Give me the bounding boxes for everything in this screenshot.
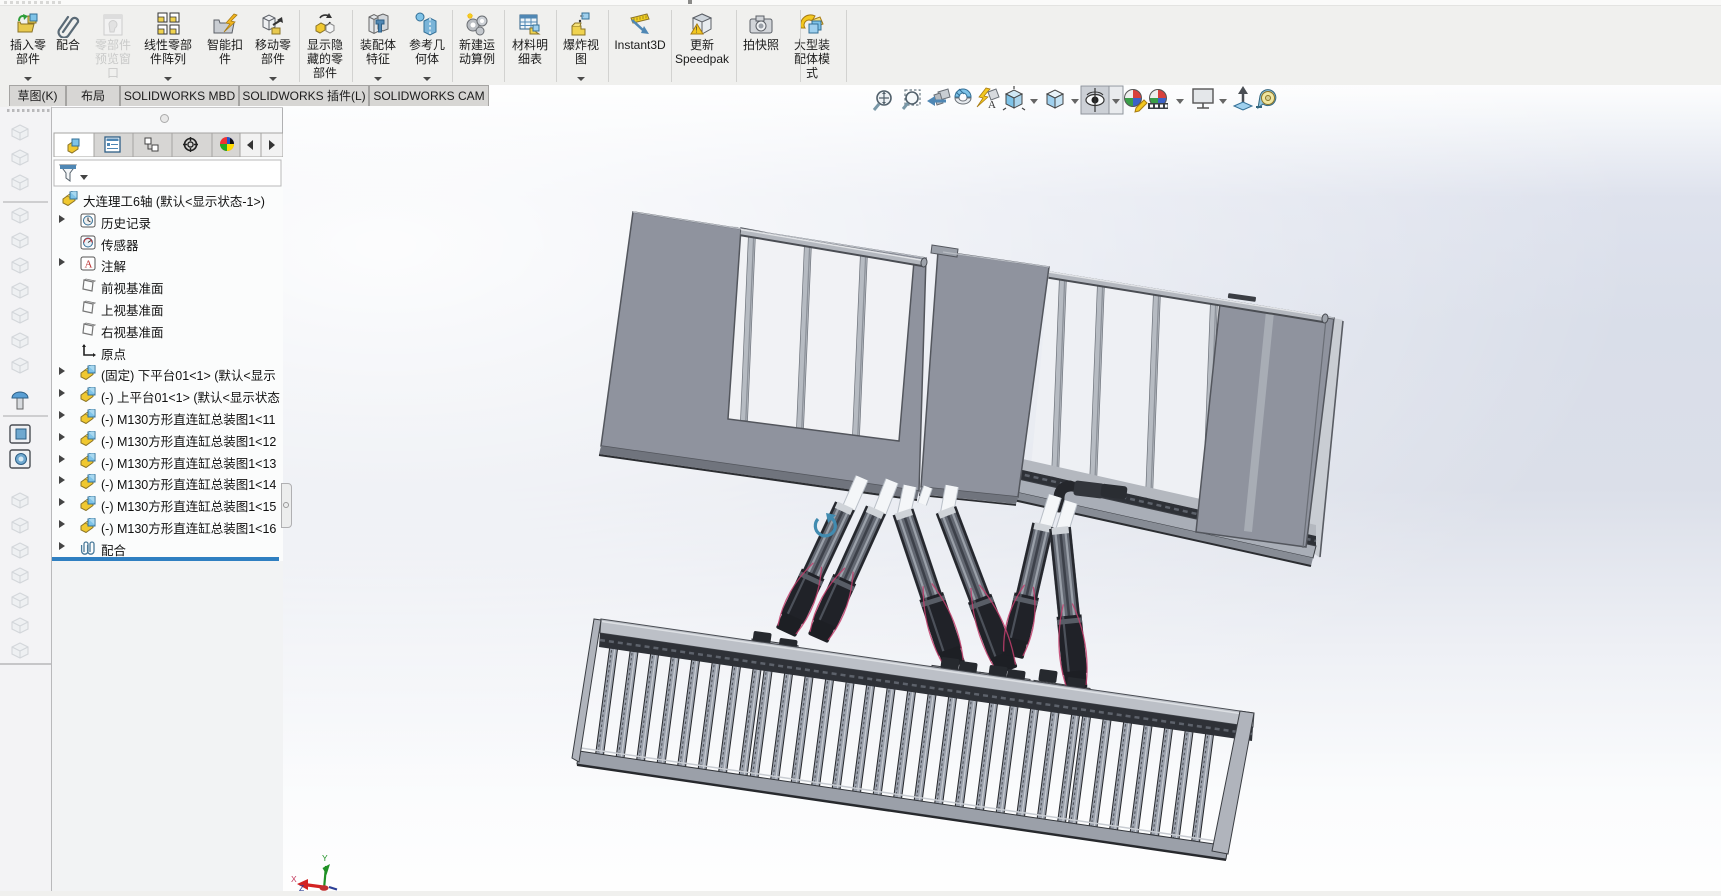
svg-text:A: A [988, 99, 996, 111]
svg-text:A: A [85, 259, 93, 271]
svg-text:Z: Z [299, 883, 304, 891]
svg-text:Y: Y [322, 853, 328, 863]
svg-text:!: ! [696, 26, 698, 35]
svg-text:X: X [291, 874, 297, 884]
